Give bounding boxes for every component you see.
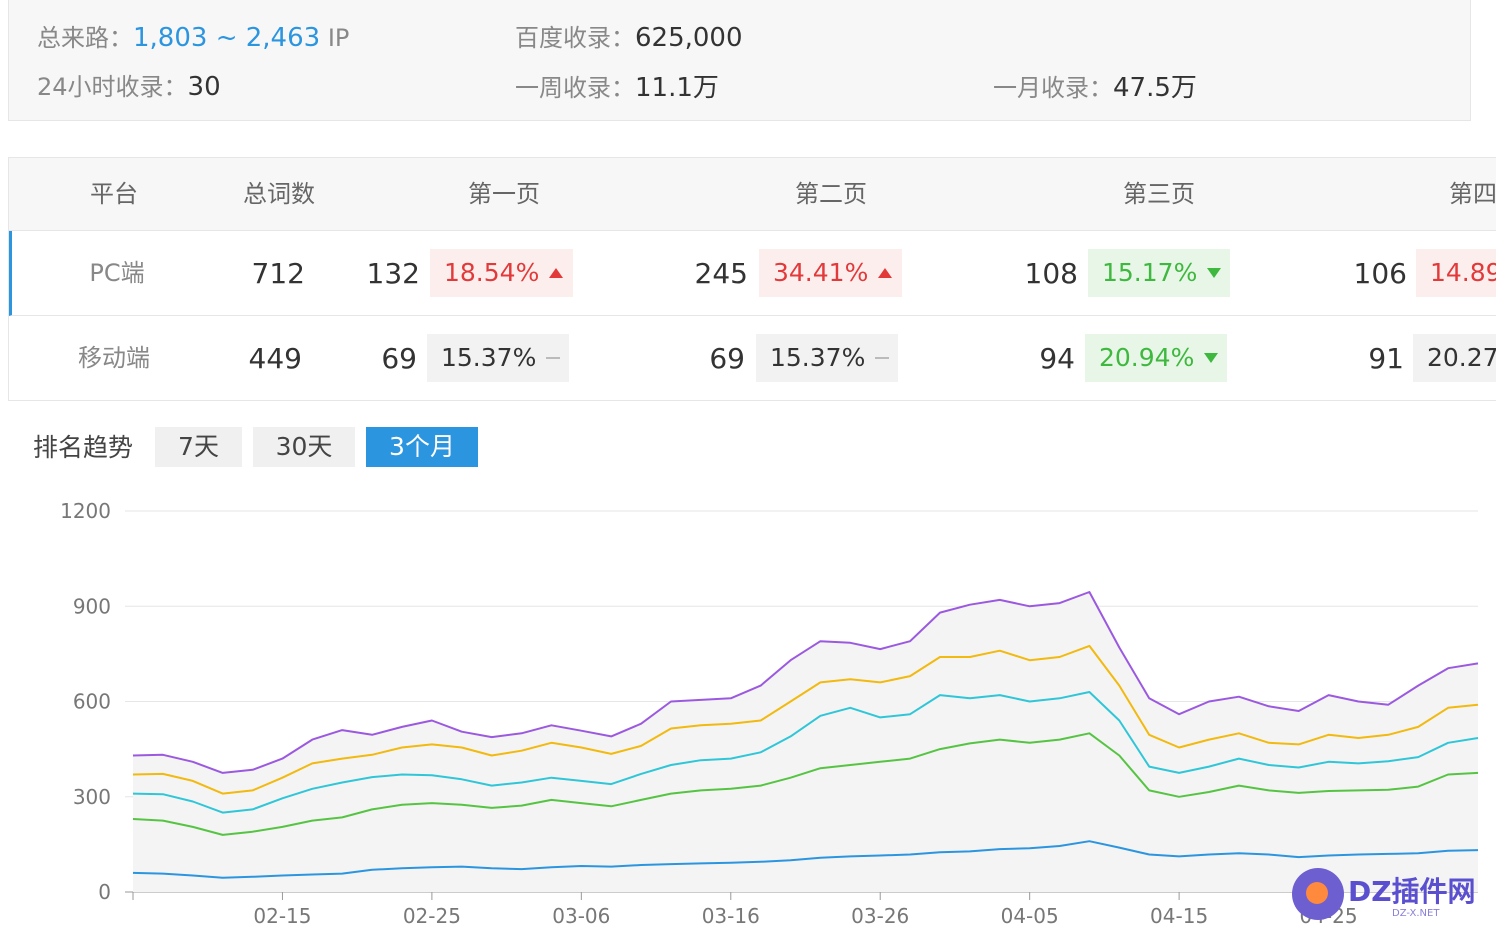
traffic-unit: IP [320, 24, 350, 52]
platform-cell: PC端 [89, 259, 145, 287]
x-tick-label: 03-06 [552, 904, 610, 928]
dz-logo-icon [1292, 868, 1344, 920]
watermark-sub: DZ-X.NET [1392, 908, 1440, 919]
page3-count: 94 [1039, 342, 1075, 375]
ranking-trend-chart: 0 300 600 900 1200 02-15 02-25 03-06 03-16 03-26 0… [60, 499, 1479, 928]
table-row-mobile[interactable]: 移动端 449 69 15.37% 69 15.37% 94 20.94% 91… [9, 316, 1496, 400]
page4-count: 106 [1353, 257, 1407, 290]
page2-pct-badge: 34.41% [759, 249, 902, 297]
x-tick-label: 04-05 [1001, 904, 1059, 928]
platform-cell: 移动端 [78, 344, 150, 372]
header-total: 总词数 [243, 180, 315, 208]
ranking-table: 平台 总词数 第一页 第二页 第三页 第四 PC端 712 132 18.54%… [8, 157, 1496, 401]
page4-count: 91 [1368, 342, 1404, 375]
page1-count: 69 [381, 342, 417, 375]
month-index-label: 一月收录： [993, 74, 1113, 102]
header-page1: 第一页 [468, 180, 540, 208]
y-tick-label: 600 [73, 690, 111, 714]
traffic-value[interactable]: 1,803 ~ 2,463 [133, 23, 320, 53]
x-tick-label: 02-15 [253, 904, 311, 928]
header-page4: 第四 [1449, 180, 1496, 208]
x-tick-label: 03-16 [702, 904, 760, 928]
tab-30-days[interactable]: 30天 [253, 427, 355, 467]
week-index-label: 一周收录： [515, 74, 635, 102]
page3-pct: 20.94% [1099, 343, 1195, 372]
page1-pct: 18.54% [444, 258, 540, 287]
header-platform: 平台 [90, 180, 138, 208]
day-index-label: 24小时收录： [37, 73, 188, 101]
page3-pct-badge: 15.17% [1088, 249, 1230, 297]
page4-pct: 20.27% [1427, 343, 1496, 372]
page3-count: 108 [1024, 257, 1078, 290]
page2-pct-badge: 15.37% [756, 334, 898, 382]
baidu-index-value: 625,000 [635, 23, 743, 53]
trend-up-icon [549, 268, 564, 278]
table-row-pc[interactable]: PC端 712 132 18.54% 245 34.41% 108 15.17%… [9, 231, 1496, 316]
page4-pct-badge: 14.89% [1416, 249, 1496, 297]
page1-count: 132 [366, 257, 420, 290]
x-tick-label: 03-26 [851, 904, 909, 928]
traffic-stat: 总来路：1,803 ~ 2,463 IP [37, 18, 349, 53]
page4-pct-badge: 20.27% [1413, 334, 1496, 382]
page2-pct: 15.37% [770, 343, 866, 372]
page1-pct-badge: 15.37% [427, 334, 569, 382]
y-tick-label: 900 [73, 594, 111, 618]
trend-down-icon [1204, 353, 1219, 363]
trend-flat-icon [546, 357, 561, 359]
y-tick-label: 300 [73, 785, 111, 809]
total-cell: 712 [251, 257, 305, 290]
day-index-value: 30 [187, 72, 221, 102]
header-page3: 第三页 [1123, 180, 1195, 208]
week-index-value: 11.1万 [635, 73, 719, 103]
baidu-index-stat: 百度收录：625,000 [515, 18, 743, 53]
page2-pct: 34.41% [773, 258, 869, 287]
month-index-value: 47.5万 [1113, 73, 1197, 103]
x-tick-label: 02-25 [403, 904, 461, 928]
trend-up-icon [878, 268, 893, 278]
total-cell: 449 [248, 342, 302, 375]
day-index-stat: 24小时收录：30 [37, 67, 221, 102]
watermark: DZ插件网 DZ-X.NET [1292, 858, 1482, 928]
traffic-label: 总来路： [37, 24, 133, 52]
week-index-stat: 一周收录：11.1万 [515, 67, 719, 104]
tab-3-months[interactable]: 3个月 [366, 427, 478, 467]
y-tick-label: 0 [98, 880, 111, 904]
page3-pct-badge: 20.94% [1085, 334, 1227, 382]
page2-count: 245 [694, 257, 748, 290]
site-summary-panel: 总来路：1,803 ~ 2,463 IP 百度收录：625,000 24小时收录… [8, 0, 1471, 121]
watermark-text: DZ插件网 [1348, 875, 1476, 908]
month-index-stat: 一月收录：47.5万 [993, 67, 1197, 104]
trend-down-icon [1207, 268, 1222, 278]
x-tick-label: 04-15 [1150, 904, 1208, 928]
y-tick-label: 1200 [60, 499, 111, 523]
trend-flat-icon [875, 357, 890, 359]
trend-title: 排名趋势 [33, 433, 134, 462]
header-page2: 第二页 [795, 180, 867, 208]
table-header: 平台 总词数 第一页 第二页 第三页 第四 [9, 158, 1496, 231]
page2-count: 69 [709, 342, 745, 375]
page3-pct: 15.17% [1102, 258, 1198, 287]
page1-pct: 15.37% [441, 343, 537, 372]
baidu-index-label: 百度收录： [515, 24, 635, 52]
page4-pct: 14.89% [1430, 258, 1496, 287]
chart-area-fill [133, 592, 1478, 892]
page1-pct-badge: 18.54% [430, 249, 573, 297]
tab-7-days[interactable]: 7天 [155, 427, 242, 467]
